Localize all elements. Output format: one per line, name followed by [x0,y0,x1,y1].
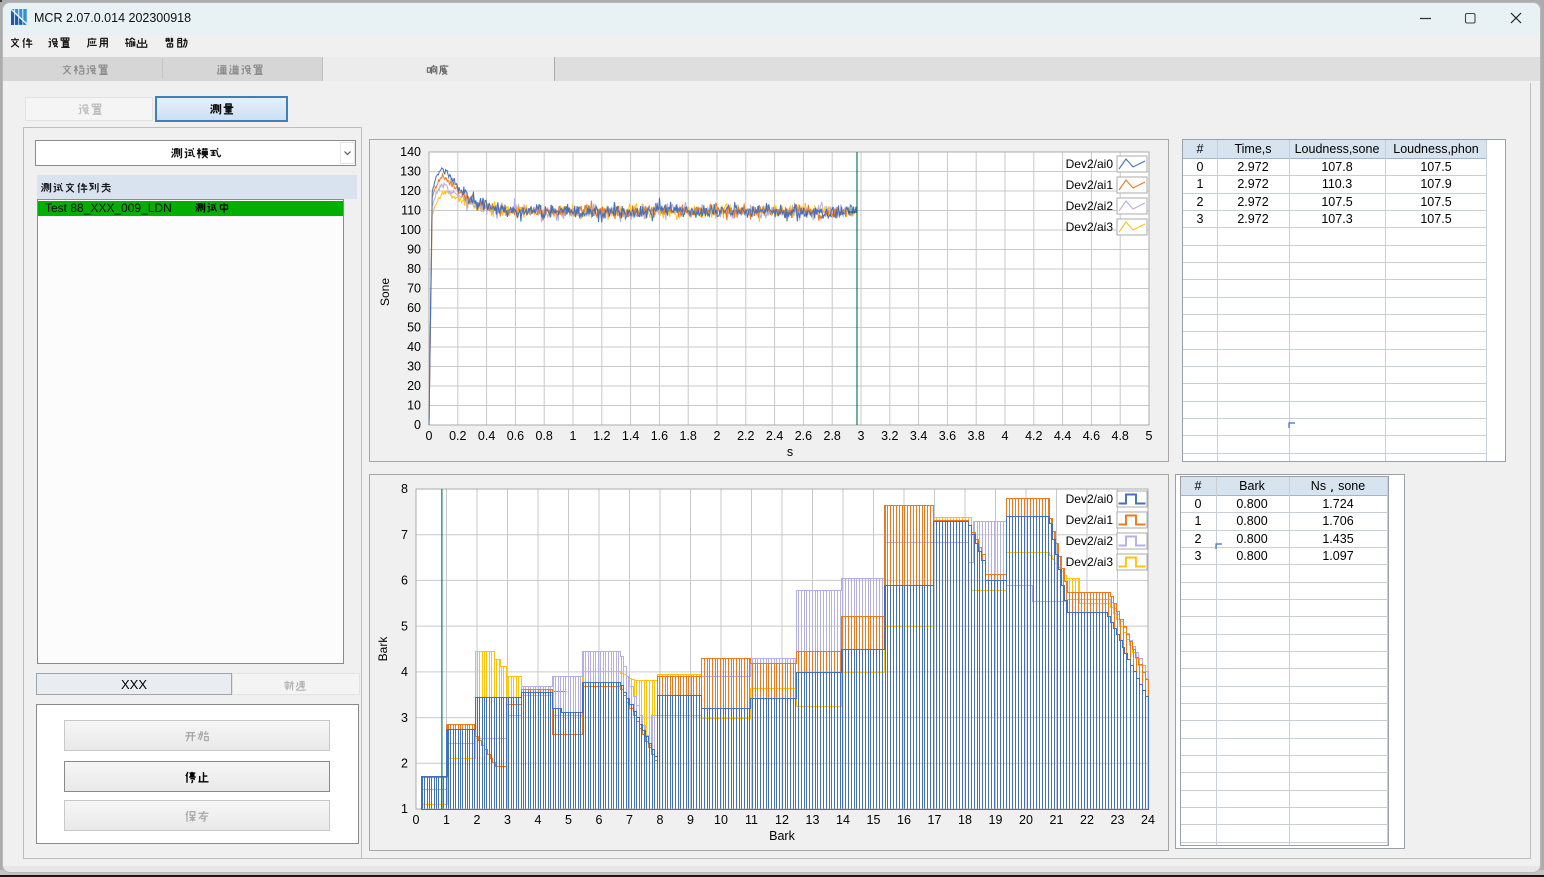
svg-text:3.4: 3.4 [910,429,927,443]
svg-text:3.6: 3.6 [939,429,956,443]
svg-text:120: 120 [400,184,421,198]
svg-text:40: 40 [407,340,421,354]
svg-text:Dev2/ai0: Dev2/ai0 [1066,157,1114,171]
svg-text:60: 60 [407,301,421,315]
svg-text:7: 7 [626,813,633,827]
svg-text:140: 140 [400,145,421,159]
svg-text:Dev2/ai1: Dev2/ai1 [1066,178,1114,192]
svg-text:0.4: 0.4 [478,429,495,443]
svg-text:15: 15 [867,813,881,827]
svg-text:2.4: 2.4 [766,429,783,443]
svg-text:Dev2/ai1: Dev2/ai1 [1066,513,1114,527]
svg-text:4.4: 4.4 [1054,429,1071,443]
svg-text:18: 18 [958,813,972,827]
svg-text:1.2: 1.2 [593,429,610,443]
svg-text:30: 30 [407,360,421,374]
svg-text:3: 3 [401,711,408,725]
svg-text:Bark: Bark [376,636,390,662]
svg-text:3: 3 [504,813,511,827]
svg-text:2: 2 [714,429,721,443]
svg-text:20: 20 [407,379,421,393]
svg-text:4.2: 4.2 [1025,429,1042,443]
svg-text:Dev2/ai2: Dev2/ai2 [1066,199,1114,213]
svg-text:4: 4 [1002,429,1009,443]
svg-text:19: 19 [989,813,1003,827]
svg-text:8: 8 [401,482,408,496]
svg-text:14: 14 [836,813,850,827]
svg-text:4: 4 [401,665,408,679]
svg-text:17: 17 [928,813,942,827]
svg-text:2: 2 [474,813,481,827]
svg-text:Sone: Sone [378,278,392,306]
svg-text:5: 5 [401,619,408,633]
svg-text:3.8: 3.8 [968,429,985,443]
svg-text:16: 16 [897,813,911,827]
svg-text:4.8: 4.8 [1112,429,1129,443]
svg-text:0.6: 0.6 [507,429,524,443]
svg-text:4: 4 [535,813,542,827]
svg-text:1: 1 [401,802,408,816]
svg-text:2: 2 [401,757,408,771]
svg-text:2.6: 2.6 [795,429,812,443]
svg-text:12: 12 [775,813,789,827]
svg-text:10: 10 [407,399,421,413]
svg-text:8: 8 [657,813,664,827]
svg-text:0: 0 [413,813,420,827]
svg-text:5: 5 [1146,429,1153,443]
svg-text:100: 100 [400,223,421,237]
svg-text:6: 6 [596,813,603,827]
svg-text:70: 70 [407,282,421,296]
svg-text:Dev2/ai2: Dev2/ai2 [1066,534,1114,548]
svg-text:1.6: 1.6 [651,429,668,443]
svg-text:3: 3 [858,429,865,443]
svg-text:1.4: 1.4 [622,429,639,443]
svg-text:0: 0 [426,429,433,443]
svg-text:20: 20 [1019,813,1033,827]
svg-text:Dev2/ai3: Dev2/ai3 [1066,220,1114,234]
svg-text:90: 90 [407,243,421,257]
svg-text:24: 24 [1141,813,1155,827]
svg-text:21: 21 [1050,813,1064,827]
svg-text:22: 22 [1080,813,1094,827]
svg-text:1: 1 [570,429,577,443]
svg-text:80: 80 [407,262,421,276]
svg-text:23: 23 [1111,813,1125,827]
svg-text:6: 6 [401,574,408,588]
svg-text:Bark: Bark [769,829,795,843]
svg-text:s: s [787,445,793,459]
svg-text:0.8: 0.8 [536,429,553,443]
svg-text:7: 7 [401,528,408,542]
svg-text:Dev2/ai3: Dev2/ai3 [1066,555,1114,569]
svg-text:Dev2/ai0: Dev2/ai0 [1066,492,1114,506]
svg-text:2.8: 2.8 [824,429,841,443]
svg-text:0.2: 0.2 [449,429,466,443]
svg-text:13: 13 [806,813,820,827]
svg-text:1.8: 1.8 [680,429,697,443]
svg-text:10: 10 [714,813,728,827]
svg-text:4.6: 4.6 [1083,429,1100,443]
svg-text:130: 130 [400,165,421,179]
svg-text:110: 110 [401,204,421,218]
svg-text:1: 1 [443,813,450,827]
svg-text:9: 9 [687,813,694,827]
svg-text:0: 0 [414,418,421,432]
svg-text:50: 50 [407,321,421,335]
svg-text:3.2: 3.2 [881,429,898,443]
svg-text:2.2: 2.2 [737,429,754,443]
svg-text:11: 11 [745,813,758,827]
svg-text:5: 5 [565,813,572,827]
